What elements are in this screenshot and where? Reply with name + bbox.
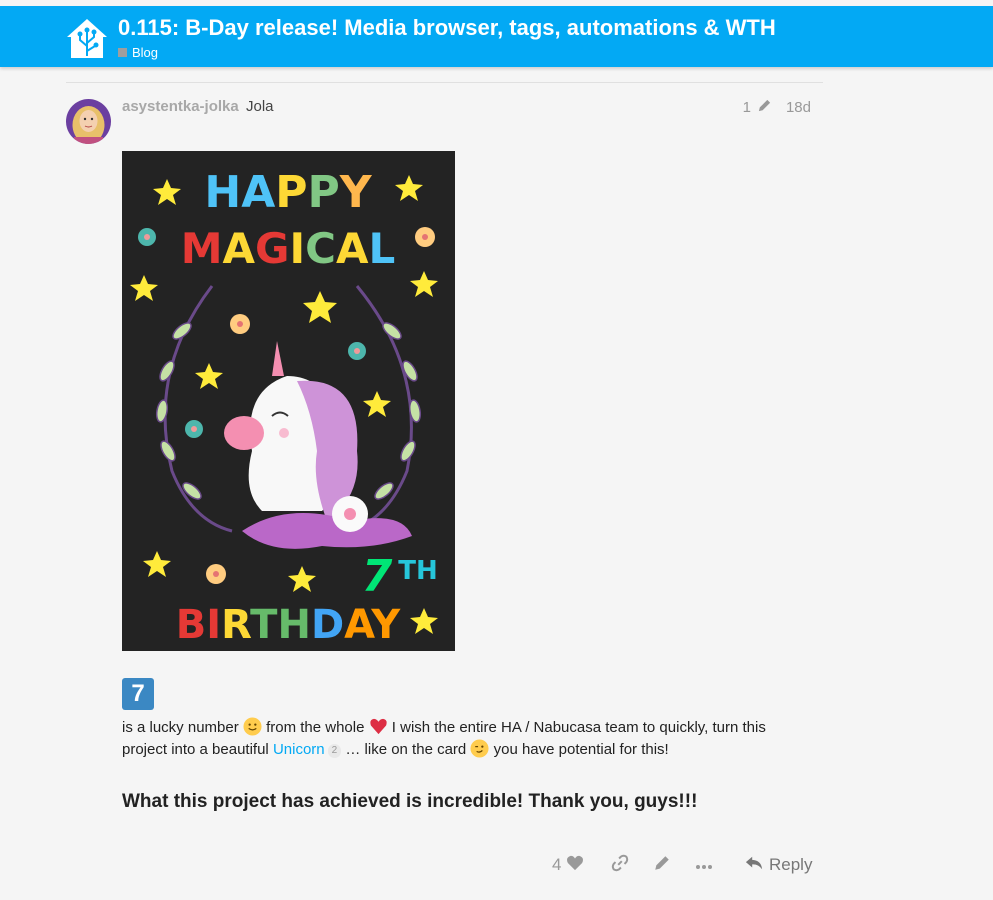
reply-label: Reply <box>769 855 813 874</box>
more-actions-button[interactable] <box>695 850 713 880</box>
link-icon <box>611 854 629 877</box>
ellipsis-icon <box>695 855 713 875</box>
reply-button[interactable]: Reply <box>745 850 812 880</box>
pencil-icon <box>653 854 671 877</box>
reply-arrow-icon <box>745 855 763 876</box>
post-text-4: … like on the card <box>345 741 467 758</box>
poster-th: TH <box>398 556 438 586</box>
edit-button[interactable] <box>653 850 671 880</box>
post-text-2: from the whole <box>266 719 365 736</box>
heart-icon <box>566 855 584 876</box>
like-count: 4 <box>552 855 562 874</box>
poster-line-magical: MAGICAL <box>181 224 396 273</box>
post-actions: 4 Reply <box>0 850 993 882</box>
post-paragraph: is a lucky number from the whole I wish … <box>122 717 802 761</box>
post-meta: 1 18d <box>743 98 811 117</box>
birthday-card-image[interactable]: HAPPY MAGICAL 7 TH BIRTHDAY <box>122 151 455 651</box>
wink-emoji-icon <box>470 739 489 758</box>
post-username[interactable]: asystentka-jolka <box>122 98 239 115</box>
slight-smile-emoji-icon <box>243 717 262 736</box>
pencil-icon[interactable] <box>757 98 772 117</box>
heart-emoji-icon <box>369 717 388 736</box>
like-button[interactable]: 4 <box>552 850 584 880</box>
copy-link-button[interactable] <box>611 850 629 880</box>
edit-count[interactable]: 1 <box>743 99 751 116</box>
post-text-1: is a lucky number <box>122 719 239 736</box>
post-fullname[interactable]: Jola <box>246 98 274 115</box>
keycap-seven-emoji: 7 <box>122 678 154 710</box>
poster-seven: 7 <box>362 551 393 602</box>
poster-line-happy: HAPPY <box>204 167 372 218</box>
category-color-square <box>118 48 127 57</box>
topic-header: 0.115: B-Day release! Media browser, tag… <box>0 6 993 67</box>
post-bold-statement: What this project has achieved is incred… <box>122 791 698 812</box>
unicorn-link[interactable]: Unicorn <box>273 741 325 758</box>
post-text-5: you have potential for this! <box>493 741 669 758</box>
divider <box>66 82 823 83</box>
topic-title[interactable]: 0.115: B-Day release! Media browser, tag… <box>118 15 776 41</box>
category-badge[interactable]: Blog <box>118 45 158 60</box>
avatar[interactable] <box>66 99 111 144</box>
category-label: Blog <box>132 45 159 60</box>
poster-line-birthday: BIRTHDAY <box>176 602 402 648</box>
link-click-count: 2 <box>327 744 342 758</box>
home-assistant-logo[interactable] <box>64 16 110 62</box>
post-age[interactable]: 18d <box>786 99 811 116</box>
